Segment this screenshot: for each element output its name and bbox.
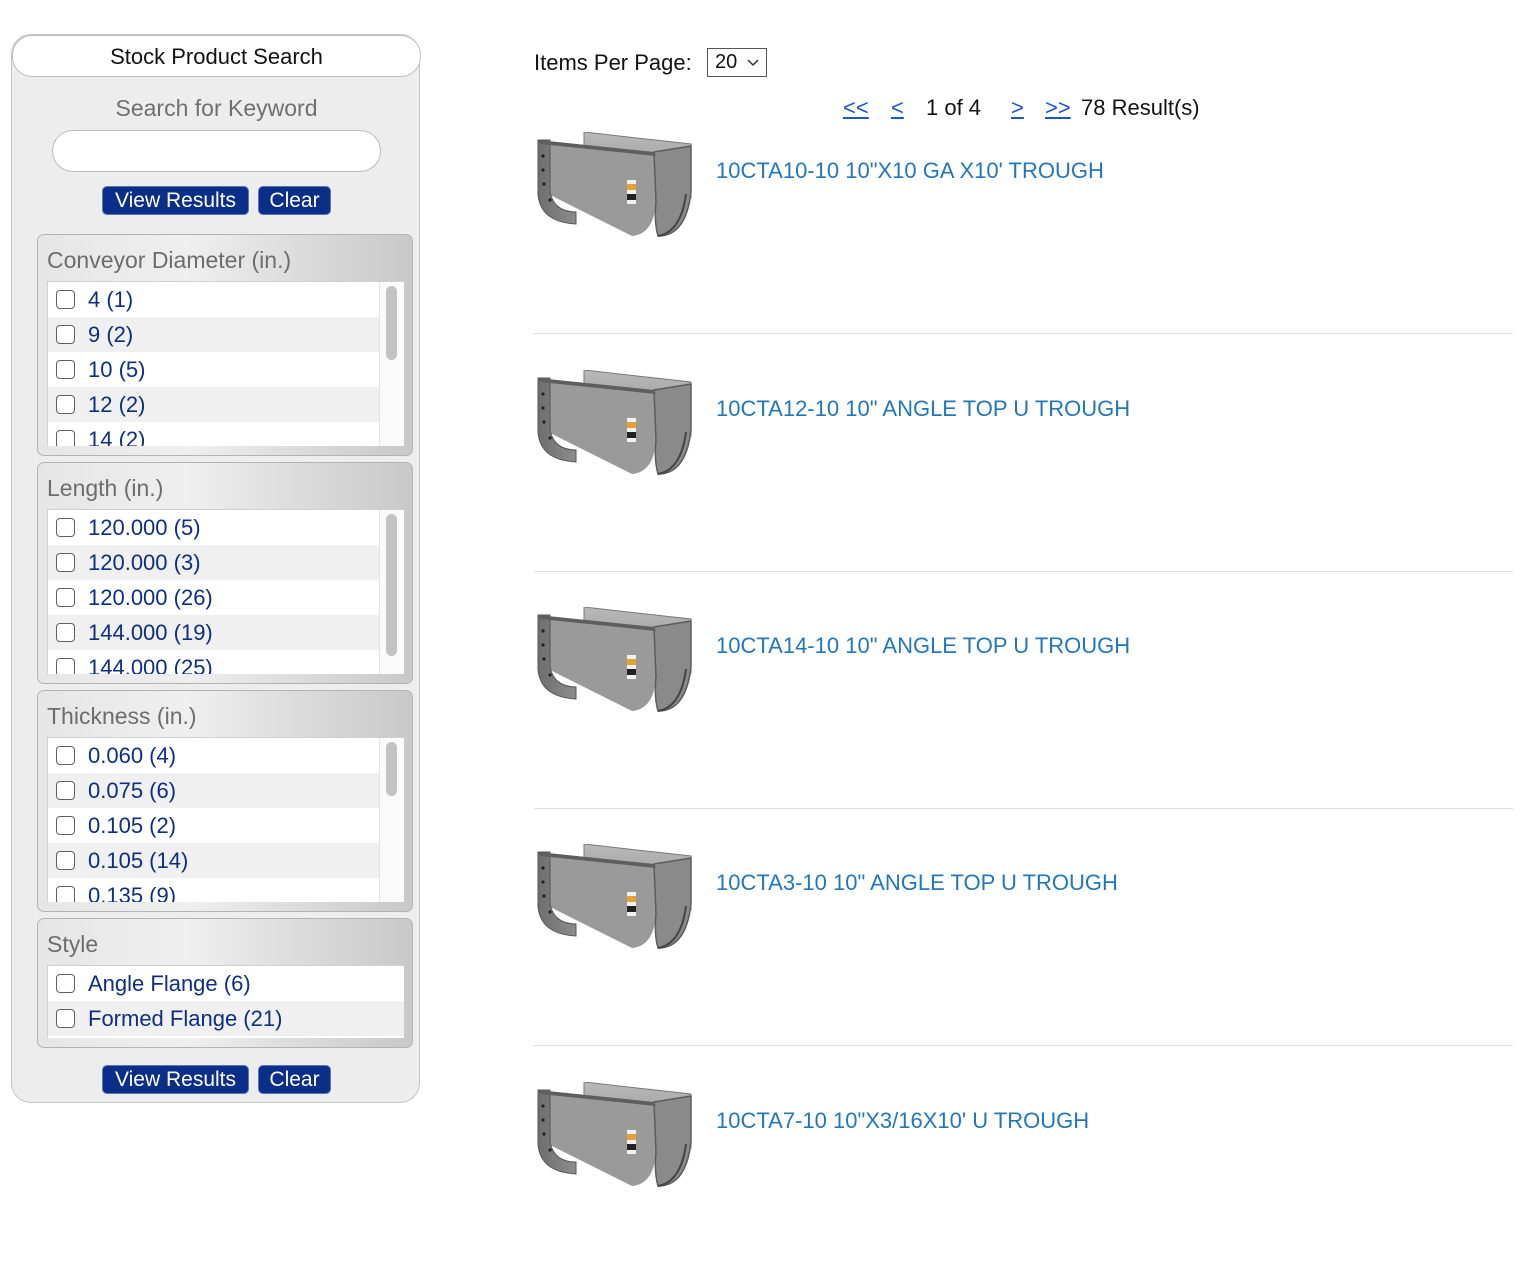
facet-option-label[interactable]: 0.105 (2) (88, 813, 176, 839)
u-trough-icon[interactable] (536, 844, 694, 950)
facet-option-label[interactable]: Angle Flange (6) (88, 971, 251, 997)
view-results-button[interactable]: View Results (102, 186, 249, 215)
facet-option-label[interactable]: 120.000 (5) (88, 515, 201, 541)
facet-option[interactable]: 0.060 (4) (48, 738, 404, 773)
checkbox[interactable] (56, 886, 75, 902)
facet-option-label[interactable]: 0.135 (9) (88, 883, 176, 902)
facet-option-label[interactable]: 4 (1) (88, 287, 133, 313)
facet-option-label[interactable]: 0.105 (14) (88, 848, 188, 874)
clear-button-bottom[interactable]: Clear (258, 1065, 331, 1094)
checkbox[interactable] (56, 325, 75, 344)
result-title-link[interactable]: 10CTA3-10 10" ANGLE TOP U TROUGH (716, 870, 1118, 896)
clear-button[interactable]: Clear (258, 186, 331, 215)
items-per-page-value: 20 (715, 51, 738, 73)
view-results-button-bottom[interactable]: View Results (102, 1065, 249, 1094)
facet-option[interactable]: 144.000 (19) (48, 615, 404, 650)
facet-thickness: Thickness (in.) 0.060 (4) 0.075 (6) 0.10… (37, 690, 413, 912)
result-title-link[interactable]: 10CTA7-10 10"X3/16X10' U TROUGH (716, 1108, 1089, 1134)
facet-option-label[interactable]: 0.060 (4) (88, 743, 176, 769)
facet-list: Angle Flange (6) Formed Flange (21) (47, 965, 404, 1038)
checkbox[interactable] (56, 588, 75, 607)
facet-title: Thickness (in.) (47, 703, 197, 729)
facet-title: Style (47, 931, 99, 957)
keyword-search-input[interactable] (52, 130, 381, 172)
facet-conveyor-diameter: Conveyor Diameter (in.) 4 (1) 9 (2) 10 (… (37, 234, 413, 456)
facet-option[interactable]: 4 (1) (48, 282, 404, 317)
checkbox[interactable] (56, 851, 75, 870)
facet-option[interactable]: Formed Flange (21) (48, 1001, 404, 1036)
facet-option[interactable]: 120.000 (3) (48, 545, 404, 580)
facet-option[interactable]: 0.075 (6) (48, 773, 404, 808)
facet-option-label[interactable]: 120.000 (3) (88, 550, 201, 576)
checkbox[interactable] (56, 746, 75, 765)
checkbox[interactable] (56, 658, 75, 674)
facet-option-label[interactable]: 120.000 (26) (88, 585, 213, 611)
facet-option-label[interactable]: 14 (2) (88, 427, 145, 446)
chevron-down-icon (746, 49, 760, 85)
checkbox[interactable] (56, 816, 75, 835)
facet-style: Style Angle Flange (6) Formed Flange (21… (37, 918, 413, 1048)
u-trough-icon[interactable] (536, 1082, 694, 1188)
scrollbar-thumb[interactable] (386, 742, 397, 796)
result-title-link[interactable]: 10CTA12-10 10" ANGLE TOP U TROUGH (716, 396, 1130, 422)
facet-length: Length (in.) 120.000 (5) 120.000 (3) 120… (37, 462, 413, 684)
facet-option[interactable]: 10 (5) (48, 352, 404, 387)
facet-option[interactable]: 120.000 (5) (48, 510, 404, 545)
checkbox[interactable] (56, 623, 75, 642)
result-title-link[interactable]: 10CTA10-10 10"X10 GA X10' TROUGH (716, 158, 1104, 184)
result-item: 10CTA10-10 10"X10 GA X10' TROUGH (534, 96, 1513, 334)
facet-option[interactable]: 0.105 (2) (48, 808, 404, 843)
facet-option[interactable]: 120.000 (26) (48, 580, 404, 615)
checkbox[interactable] (56, 430, 75, 446)
facet-option-label[interactable]: 10 (5) (88, 357, 145, 383)
checkbox[interactable] (56, 395, 75, 414)
result-item: 10CTA14-10 10" ANGLE TOP U TROUGH (534, 571, 1513, 809)
facet-list: 4 (1) 9 (2) 10 (5) 12 (2) 14 (2) (47, 281, 404, 446)
result-title-link[interactable]: 10CTA14-10 10" ANGLE TOP U TROUGH (716, 633, 1130, 659)
facet-scrollbar[interactable] (379, 738, 404, 902)
u-trough-icon[interactable] (536, 132, 694, 238)
checkbox[interactable] (56, 1009, 75, 1028)
checkbox[interactable] (56, 974, 75, 993)
result-item: 10CTA3-10 10" ANGLE TOP U TROUGH (534, 808, 1513, 1046)
facet-option[interactable]: 14 (2) (48, 422, 404, 446)
facet-option-label[interactable]: 144.000 (19) (88, 620, 213, 646)
checkbox[interactable] (56, 518, 75, 537)
search-sidebar: Stock Product Search Search for Keyword … (11, 34, 421, 1103)
facet-scrollbar[interactable] (379, 282, 404, 446)
facet-option-label[interactable]: 9 (2) (88, 322, 133, 348)
facet-option-label[interactable]: 144.000 (25) (88, 655, 213, 674)
items-per-page-select[interactable]: 20 (707, 48, 767, 77)
u-trough-icon[interactable] (536, 607, 694, 713)
checkbox[interactable] (56, 781, 75, 800)
scrollbar-thumb[interactable] (386, 286, 397, 360)
facet-title: Conveyor Diameter (in.) (47, 247, 292, 273)
facet-title: Length (in.) (47, 475, 164, 501)
checkbox[interactable] (56, 360, 75, 379)
keyword-label: Search for Keyword (115, 95, 318, 121)
facet-option[interactable]: 12 (2) (48, 387, 404, 422)
u-trough-icon[interactable] (536, 370, 694, 476)
sidebar-title: Stock Product Search (12, 35, 421, 77)
facet-option-label[interactable]: Formed Flange (21) (88, 1006, 282, 1032)
scrollbar-thumb[interactable] (386, 514, 397, 656)
facet-option[interactable]: 0.105 (14) (48, 843, 404, 878)
checkbox[interactable] (56, 553, 75, 572)
facet-option-label[interactable]: 0.075 (6) (88, 778, 176, 804)
facet-list: 120.000 (5) 120.000 (3) 120.000 (26) 144… (47, 509, 404, 674)
checkbox[interactable] (56, 290, 75, 309)
facet-option[interactable]: 0.135 (9) (48, 878, 404, 902)
facet-scrollbar[interactable] (379, 510, 404, 674)
result-item: 10CTA7-10 10"X3/16X10' U TROUGH (534, 1046, 1513, 1284)
facet-option-label[interactable]: 12 (2) (88, 392, 145, 418)
facet-option[interactable]: Angle Flange (6) (48, 966, 404, 1001)
facet-option[interactable]: 144.000 (25) (48, 650, 404, 674)
items-per-page-label: Items Per Page: (534, 50, 692, 75)
facet-option[interactable]: 9 (2) (48, 317, 404, 352)
facet-list: 0.060 (4) 0.075 (6) 0.105 (2) 0.105 (14)… (47, 737, 404, 902)
result-item: 10CTA12-10 10" ANGLE TOP U TROUGH (534, 334, 1513, 572)
